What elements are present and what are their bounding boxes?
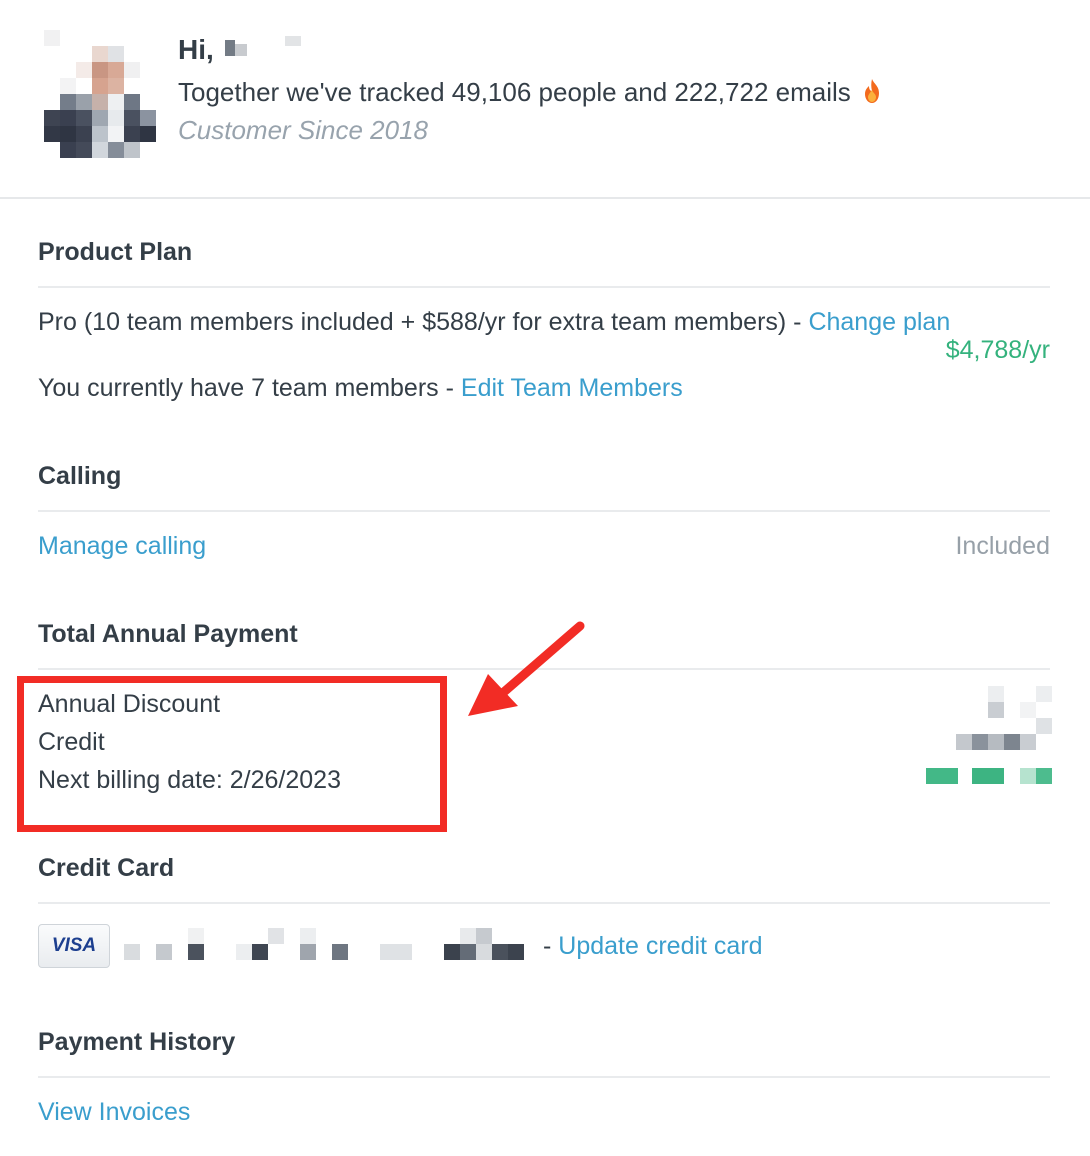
- separator: -: [543, 932, 559, 960]
- customer-since: Customer Since 2018: [178, 115, 429, 145]
- calling-title: Calling: [38, 462, 122, 490]
- redacted-name: [225, 36, 305, 60]
- calling-status: Included: [955, 532, 1050, 560]
- change-plan-link[interactable]: Change plan: [808, 308, 950, 336]
- divider: [38, 902, 1050, 904]
- redacted-card-number: [124, 928, 544, 962]
- plan-price: $4,788/yr: [945, 336, 1050, 364]
- redacted-amounts: [920, 686, 1054, 786]
- product-plan-title: Product Plan: [38, 238, 193, 266]
- annotation-arrow-icon: [468, 621, 585, 716]
- edit-team-members-link[interactable]: Edit Team Members: [461, 374, 683, 402]
- fire-icon: [864, 79, 879, 103]
- update-credit-card-link[interactable]: Update credit card: [558, 932, 762, 960]
- view-invoices-link[interactable]: View Invoices: [38, 1098, 190, 1127]
- highlight-box: [17, 676, 447, 832]
- avatar: [28, 30, 160, 162]
- account-header: Hi, Together we've tracked 49,106 people…: [0, 0, 1090, 199]
- plan-description: Pro (10 team members included + $588/yr …: [38, 308, 809, 336]
- tracked-summary: Together we've tracked 49,106 people and…: [178, 77, 883, 108]
- divider: [38, 1076, 1050, 1078]
- team-text: You currently have 7 team members -: [38, 374, 461, 402]
- manage-calling-link[interactable]: Manage calling: [38, 532, 206, 561]
- team-row: You currently have 7 team members - Edit…: [38, 374, 683, 403]
- visa-card-icon: VISA: [38, 924, 110, 968]
- tracked-text: Together we've tracked 49,106 people and…: [178, 77, 851, 107]
- account-billing-page: Hi, Together we've tracked 49,106 people…: [0, 0, 1090, 1156]
- divider: [38, 286, 1050, 288]
- total-annual-payment-title: Total Annual Payment: [38, 620, 298, 648]
- divider: [38, 510, 1050, 512]
- update-card-row: - Update credit card: [543, 932, 763, 961]
- plan-row: Pro (10 team members included + $588/yr …: [38, 308, 950, 337]
- credit-card-title: Credit Card: [38, 854, 175, 882]
- payment-history-title: Payment History: [38, 1028, 236, 1056]
- greeting: Hi,: [178, 34, 214, 65]
